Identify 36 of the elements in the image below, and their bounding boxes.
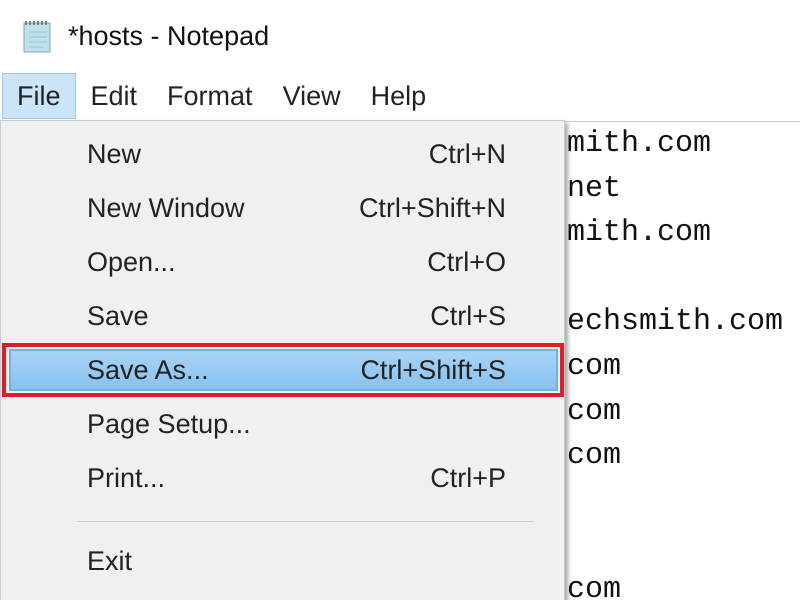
menu-bar-item[interactable]: File (2, 72, 76, 120)
menu-bar-item[interactable]: Edit (76, 72, 152, 120)
shortcut-text: Ctrl+O (427, 246, 506, 279)
shortcut-text: Ctrl+N (428, 138, 506, 171)
shortcut-text: Ctrl+P (430, 462, 506, 495)
menu-item-label: Save As... (87, 354, 209, 387)
text-line: com (566, 572, 622, 600)
text-line: com (566, 394, 622, 431)
shortcut-text: Ctrl+Shift+S (360, 354, 506, 387)
text-line: mith.com (566, 126, 712, 163)
menu-item-label: New (87, 138, 142, 171)
menu-bar-item[interactable]: View (268, 72, 356, 120)
text-line: echsmith.com (566, 304, 784, 342)
menu-item[interactable]: Open... Ctrl+O (9, 241, 558, 283)
text-line: com (566, 438, 622, 476)
menu-item[interactable]: Print... Ctrl+P (9, 457, 558, 499)
window-title: *hosts - Notepad (68, 20, 270, 53)
shortcut-text: Ctrl+S (430, 300, 506, 333)
text-line: net (566, 170, 622, 208)
menu-item[interactable]: Save As... Ctrl+Shift+S (9, 349, 558, 391)
menu-item-label: Print... (87, 462, 166, 495)
menu-item-label: Exit (87, 544, 132, 578)
menu-bar-item[interactable]: Help (356, 72, 442, 120)
menu-item[interactable]: Exit (9, 540, 558, 582)
menu-item-label: New Window (87, 192, 245, 225)
menu-item-label: Save (87, 300, 149, 333)
menu-item[interactable]: Page Setup... (9, 403, 558, 445)
text-line: mith.com (566, 215, 712, 252)
menu-item[interactable]: New Window Ctrl+Shift+N (9, 187, 558, 229)
text-line: com (566, 348, 622, 386)
menu-bar-item[interactable]: Format (152, 72, 268, 120)
shortcut-text: Ctrl+Shift+N (358, 192, 506, 225)
menu-item-label: Open... (87, 246, 176, 279)
menu-item[interactable]: Save Ctrl+S (9, 295, 558, 337)
menu-item-label: Page Setup... (87, 408, 251, 441)
menu-item[interactable]: New Ctrl+N (9, 133, 558, 175)
